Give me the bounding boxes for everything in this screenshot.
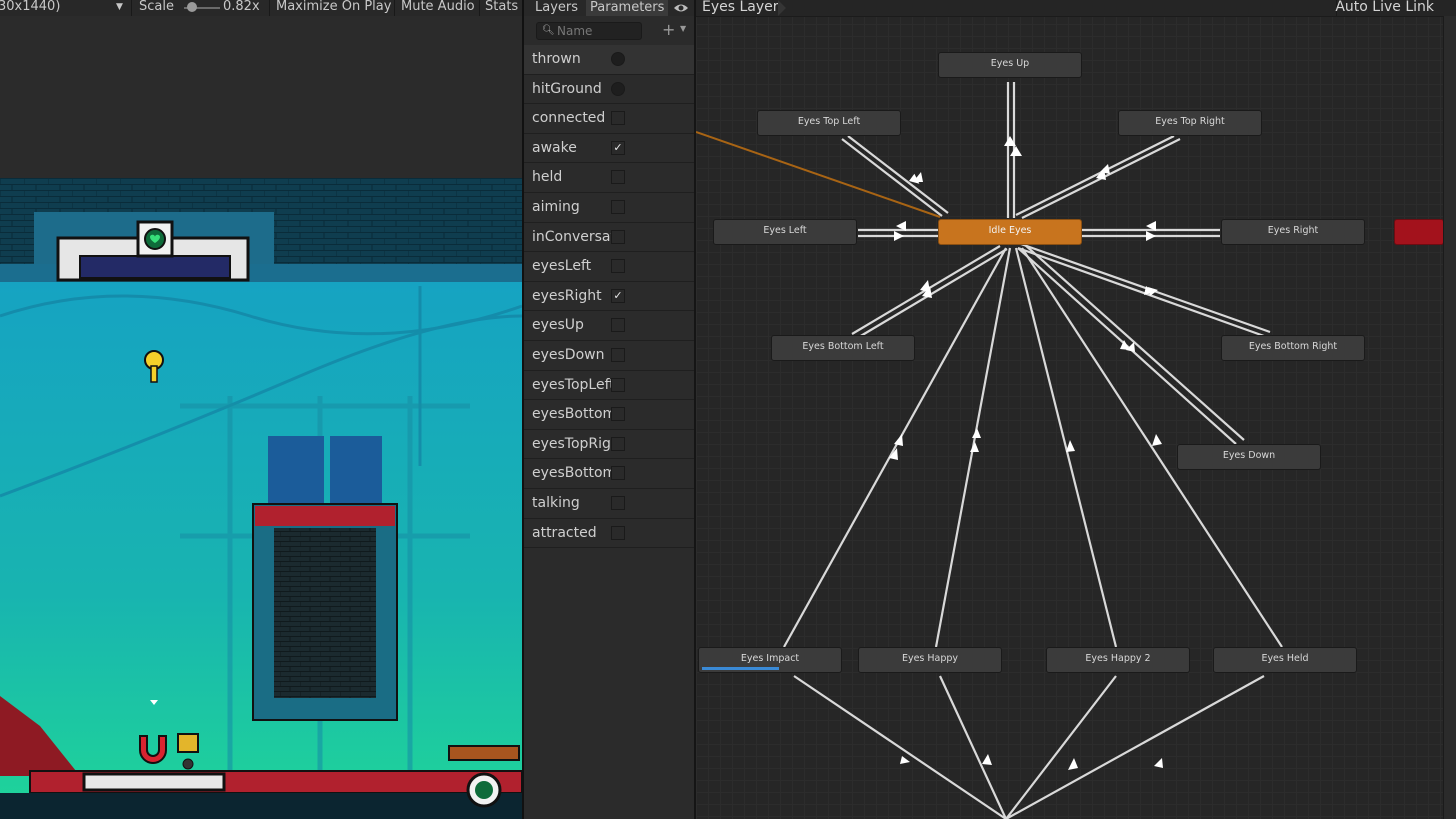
bool-checkbox[interactable] — [611, 377, 625, 392]
resolution-dropdown[interactable]: 30x1440) — [0, 0, 60, 14]
parameter-row[interactable]: eyesRight ✓ — [524, 282, 694, 312]
toolbar-divider — [131, 0, 132, 16]
parameter-name[interactable]: eyesBottomRight — [532, 465, 616, 481]
parameter-row[interactable]: thrown — [524, 45, 694, 75]
state-eyes-impact[interactable]: Eyes Impact — [698, 647, 842, 673]
parameter-row[interactable]: talking — [524, 489, 694, 519]
state-eyes-bottom-left[interactable]: Eyes Bottom Left — [771, 335, 915, 361]
parameter-row[interactable]: hitGround — [524, 75, 694, 105]
add-parameter-button[interactable]: + — [662, 20, 675, 39]
parameter-name[interactable]: eyesUp — [532, 317, 616, 333]
breadcrumb[interactable]: Eyes Layer — [702, 0, 779, 15]
parameter-name[interactable]: connected — [532, 110, 616, 126]
scale-value: 0.82x — [223, 0, 260, 14]
chevron-down-icon[interactable]: ▼ — [680, 24, 686, 33]
state-progress-bar — [702, 667, 779, 670]
bool-checkbox[interactable] — [611, 170, 625, 185]
parameter-name[interactable]: eyesRight — [532, 288, 616, 304]
game-view[interactable] — [0, 16, 522, 819]
game-scene — [0, 16, 522, 819]
state-eyes-left[interactable]: Eyes Left — [713, 219, 857, 245]
parameter-row[interactable]: attracted — [524, 519, 694, 549]
bool-checkbox[interactable] — [611, 199, 625, 214]
parameter-row[interactable]: connected — [524, 104, 694, 134]
parameters-panel: Layers Parameters 🔍︎ Name + ▼ thrown hitG… — [524, 0, 694, 819]
mute-audio-button[interactable]: Mute Audio — [401, 0, 475, 14]
maximize-on-play-button[interactable]: Maximize On Play — [276, 0, 391, 14]
parameter-name[interactable]: eyesDown — [532, 347, 616, 363]
chevron-down-icon[interactable]: ▼ — [116, 2, 123, 12]
state-eyes-held[interactable]: Eyes Held — [1213, 647, 1357, 673]
bool-checkbox[interactable] — [611, 525, 625, 540]
parameter-name[interactable]: eyesTopRight — [532, 436, 616, 452]
eye-icon[interactable] — [672, 0, 692, 16]
parameter-row[interactable]: eyesBottomLeft — [524, 400, 694, 430]
parameter-name[interactable]: inConversation — [532, 229, 616, 245]
bool-checkbox[interactable]: ✓ — [611, 140, 625, 155]
parameter-row[interactable]: eyesBottomRight — [524, 459, 694, 489]
parameter-name[interactable]: awake — [532, 140, 616, 156]
parameter-name[interactable]: eyesBottomLeft — [532, 406, 616, 422]
state-any-state[interactable] — [1394, 219, 1444, 245]
tab-parameters[interactable]: Parameters — [586, 0, 668, 16]
stats-button[interactable]: Stats — [485, 0, 518, 14]
bool-checkbox[interactable] — [611, 111, 625, 126]
state-eyes-bottom-right[interactable]: Eyes Bottom Right — [1221, 335, 1365, 361]
graph-header: Eyes Layer Auto Live Link — [696, 0, 1456, 17]
parameter-name[interactable]: talking — [532, 495, 616, 511]
parameter-row[interactable]: held — [524, 163, 694, 193]
parameter-row[interactable]: awake ✓ — [524, 134, 694, 164]
parameter-name[interactable]: thrown — [532, 51, 616, 67]
bool-checkbox[interactable] — [611, 495, 625, 510]
state-eyes-top-left[interactable]: Eyes Top Left — [757, 110, 901, 136]
parameter-name[interactable]: attracted — [532, 525, 616, 541]
scale-slider-handle[interactable] — [187, 2, 197, 12]
panel-tabs: Layers Parameters — [524, 0, 694, 16]
trigger-radio[interactable] — [611, 81, 625, 96]
parameter-name[interactable]: eyesLeft — [532, 258, 616, 274]
state-label: Eyes Impact — [740, 653, 800, 664]
toolbar-divider — [394, 0, 395, 16]
bool-checkbox[interactable] — [611, 229, 625, 244]
bool-checkbox[interactable] — [611, 466, 625, 481]
parameter-list: thrown hitGround connected awake ✓ held aiming… — [524, 45, 694, 549]
bool-checkbox[interactable] — [611, 436, 625, 451]
search-icon: 🔍︎ — [542, 25, 555, 36]
state-eyes-up[interactable]: Eyes Up — [938, 52, 1082, 78]
bool-checkbox[interactable]: ✓ — [611, 288, 625, 303]
state-eyes-down[interactable]: Eyes Down — [1177, 444, 1321, 470]
parameter-row[interactable]: eyesDown — [524, 341, 694, 371]
state-eyes-top-right[interactable]: Eyes Top Right — [1118, 110, 1262, 136]
parameter-name[interactable]: held — [532, 169, 616, 185]
parameter-row[interactable]: eyesUp — [524, 311, 694, 341]
breadcrumb-arrow — [778, 0, 786, 16]
parameter-row[interactable]: aiming — [524, 193, 694, 223]
bool-checkbox[interactable] — [611, 347, 625, 362]
tab-layers[interactable]: Layers — [524, 0, 586, 16]
parameter-name[interactable]: eyesTopLeft — [532, 377, 616, 393]
toolbar-divider — [269, 0, 270, 16]
trigger-radio[interactable] — [611, 52, 625, 66]
parameter-name[interactable]: hitGround — [532, 81, 616, 97]
parameter-row[interactable]: eyesLeft — [524, 252, 694, 282]
state-eyes-happy-2[interactable]: Eyes Happy 2 — [1046, 647, 1190, 673]
state-eyes-happy[interactable]: Eyes Happy — [858, 647, 1002, 673]
game-toolbar: 30x1440) ▼ Scale 0.82x Maximize On Play … — [0, 0, 524, 16]
parameter-search-input[interactable]: 🔍︎ Name — [536, 22, 642, 40]
bool-checkbox[interactable] — [611, 407, 625, 422]
parameter-row[interactable]: eyesTopLeft — [524, 371, 694, 401]
bool-checkbox[interactable] — [611, 259, 625, 274]
parameter-row[interactable]: inConversation — [524, 223, 694, 253]
graph-side-bar[interactable] — [1443, 16, 1456, 819]
parameter-name[interactable]: aiming — [532, 199, 616, 215]
animator-graph[interactable]: Eyes Layer Auto Live Link Eyes Up Eyes T… — [696, 0, 1456, 819]
scale-label: Scale — [139, 0, 174, 14]
state-eyes-right[interactable]: Eyes Right — [1221, 219, 1365, 245]
toolbar-divider — [479, 0, 480, 16]
auto-live-link-toggle[interactable]: Auto Live Link — [1335, 0, 1434, 15]
bool-checkbox[interactable] — [611, 318, 625, 333]
state-idle-eyes[interactable]: Idle Eyes — [938, 219, 1082, 245]
parameter-row[interactable]: eyesTopRight — [524, 430, 694, 460]
